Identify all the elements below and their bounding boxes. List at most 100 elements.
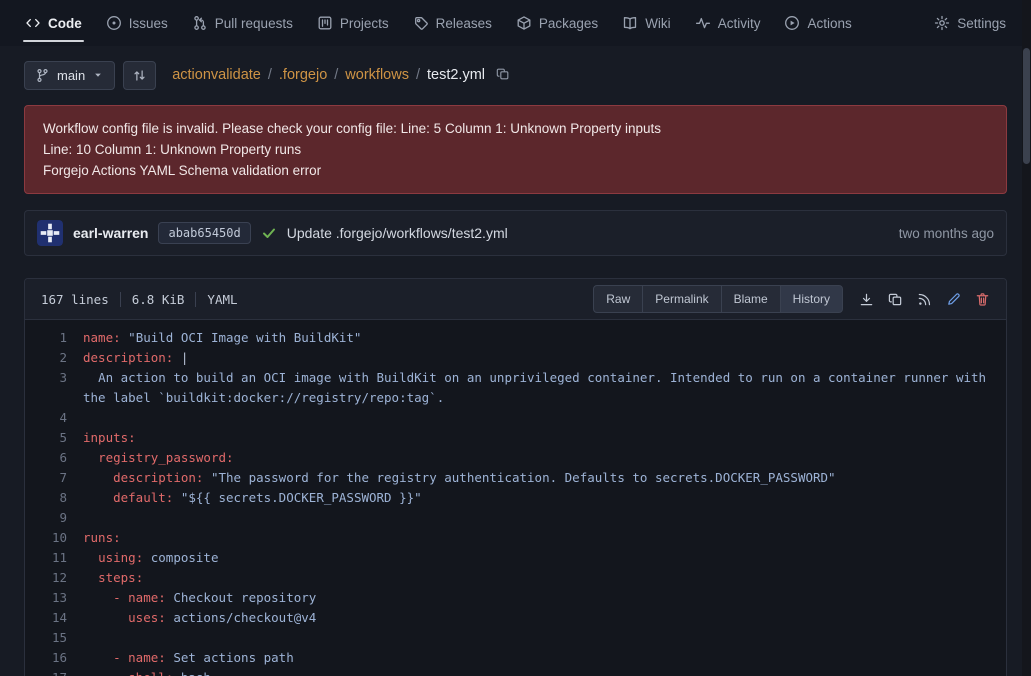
- copy-icon: [888, 292, 903, 307]
- line-number[interactable]: 15: [25, 628, 83, 648]
- line-number[interactable]: 10: [25, 528, 83, 548]
- line-number[interactable]: 13: [25, 588, 83, 608]
- tab-packages[interactable]: Packages: [505, 0, 609, 46]
- git-branch-icon: [35, 68, 50, 83]
- code-line: 2description: |: [25, 348, 1006, 368]
- code-line: 12 steps:: [25, 568, 1006, 588]
- download-button[interactable]: [853, 287, 880, 312]
- line-number[interactable]: 4: [25, 408, 83, 428]
- tab-activity[interactable]: Activity: [684, 0, 772, 46]
- tab-pull-requests[interactable]: Pull requests: [181, 0, 304, 46]
- tab-label: Settings: [957, 16, 1006, 31]
- line-number[interactable]: 2: [25, 348, 83, 368]
- line-number[interactable]: 12: [25, 568, 83, 588]
- tab-label: Activity: [718, 16, 761, 31]
- tab-label: Packages: [539, 16, 598, 31]
- compare-button[interactable]: [123, 61, 156, 90]
- commit-status-check-icon[interactable]: [261, 225, 277, 241]
- delete-button[interactable]: [969, 287, 996, 312]
- breadcrumb-separator: /: [268, 67, 272, 83]
- project-icon: [317, 15, 333, 31]
- branch-selector[interactable]: main: [24, 61, 115, 90]
- raw-button[interactable]: Raw: [593, 285, 643, 313]
- line-number[interactable]: 5: [25, 428, 83, 448]
- edit-button[interactable]: [940, 287, 967, 312]
- breadcrumb-link[interactable]: actionvalidate: [172, 67, 261, 83]
- tab-wiki[interactable]: Wiki: [611, 0, 682, 46]
- breadcrumb-current: test2.yml: [427, 67, 485, 83]
- tab-label: Releases: [436, 16, 492, 31]
- feed-button[interactable]: [911, 287, 938, 312]
- code-line: 1name: "Build OCI Image with BuildKit": [25, 328, 1006, 348]
- error-line: Workflow config file is invalid. Please …: [43, 118, 988, 139]
- tab-label: Pull requests: [215, 16, 293, 31]
- line-number[interactable]: 17: [25, 668, 83, 676]
- line-number[interactable]: 9: [25, 508, 83, 528]
- chevron-down-icon: [92, 69, 104, 81]
- code-line: 8 default: "${{ secrets.DOCKER_PASSWORD …: [25, 488, 1006, 508]
- line-content: - name: Set actions path: [83, 648, 1006, 668]
- tab-projects[interactable]: Projects: [306, 0, 400, 46]
- file-actions: [853, 287, 996, 312]
- file-meta: 167 lines 6.8 KiB YAML: [35, 292, 238, 307]
- line-number[interactable]: 7: [25, 468, 83, 488]
- line-content: [83, 408, 1006, 428]
- line-content: registry_password:: [83, 448, 1006, 468]
- branch-bar: main actionvalidate/.forgejo/workflows/t…: [24, 59, 1007, 91]
- breadcrumb-separator: /: [334, 67, 338, 83]
- scrollbar-thumb[interactable]: [1023, 48, 1030, 164]
- code-icon: [25, 15, 41, 31]
- copy-content-button[interactable]: [882, 287, 909, 312]
- permalink-button[interactable]: Permalink: [642, 285, 721, 313]
- line-content: inputs:: [83, 428, 1006, 448]
- commit-message[interactable]: Update .forgejo/workflows/test2.yml: [287, 225, 508, 241]
- divider: [120, 292, 121, 307]
- line-number[interactable]: 1: [25, 328, 83, 348]
- line-number[interactable]: 8: [25, 488, 83, 508]
- line-content: [83, 508, 1006, 528]
- tab-code[interactable]: Code: [14, 0, 93, 46]
- line-number[interactable]: 14: [25, 608, 83, 628]
- copy-path-button[interactable]: [493, 64, 513, 87]
- error-line: Forgejo Actions YAML Schema validation e…: [43, 160, 988, 181]
- error-line: Line: 10 Column 1: Unknown Property runs: [43, 139, 988, 160]
- code-line: 4: [25, 408, 1006, 428]
- commit-hash-badge[interactable]: abab65450d: [158, 222, 250, 244]
- line-number[interactable]: 11: [25, 548, 83, 568]
- tab-label: Issues: [129, 16, 168, 31]
- line-number[interactable]: 3: [25, 368, 83, 408]
- breadcrumb-link[interactable]: workflows: [345, 67, 409, 83]
- page-scrollbar[interactable]: [1022, 0, 1031, 676]
- tab-settings[interactable]: Settings: [923, 0, 1017, 46]
- tab-issues[interactable]: Issues: [95, 0, 179, 46]
- code-view: 1name: "Build OCI Image with BuildKit"2d…: [25, 320, 1006, 676]
- line-content: name: "Build OCI Image with BuildKit": [83, 328, 1006, 348]
- divider: [195, 292, 196, 307]
- code-line: 3 An action to build an OCI image with B…: [25, 368, 1006, 408]
- file-language: YAML: [207, 292, 237, 307]
- commit-author[interactable]: earl-warren: [73, 225, 148, 241]
- line-number[interactable]: 16: [25, 648, 83, 668]
- line-number[interactable]: 6: [25, 448, 83, 468]
- code-line: 16 - name: Set actions path: [25, 648, 1006, 668]
- repo-tabs: Code Issues Pull requests Projects Releases P…: [0, 0, 1031, 46]
- code-line: 7 description: "The password for the reg…: [25, 468, 1006, 488]
- code-line: 9: [25, 508, 1006, 528]
- book-icon: [622, 15, 638, 31]
- view-buttons: RawPermalinkBlameHistory: [593, 285, 843, 313]
- blame-button[interactable]: Blame: [721, 285, 781, 313]
- code-line: 11 using: composite: [25, 548, 1006, 568]
- avatar[interactable]: [37, 220, 63, 246]
- line-content: - name: Checkout repository: [83, 588, 1006, 608]
- line-content: using: composite: [83, 548, 1006, 568]
- copy-icon: [496, 67, 510, 84]
- trash-icon: [975, 292, 990, 307]
- tab-releases[interactable]: Releases: [402, 0, 503, 46]
- code-line: 10runs:: [25, 528, 1006, 548]
- breadcrumb-link[interactable]: .forgejo: [279, 67, 327, 83]
- history-button[interactable]: History: [780, 285, 843, 313]
- tab-actions[interactable]: Actions: [773, 0, 862, 46]
- file-header: 167 lines 6.8 KiB YAML RawPermalinkBlame…: [25, 279, 1006, 320]
- line-content: description: "The password for the regis…: [83, 468, 1006, 488]
- rss-icon: [917, 292, 932, 307]
